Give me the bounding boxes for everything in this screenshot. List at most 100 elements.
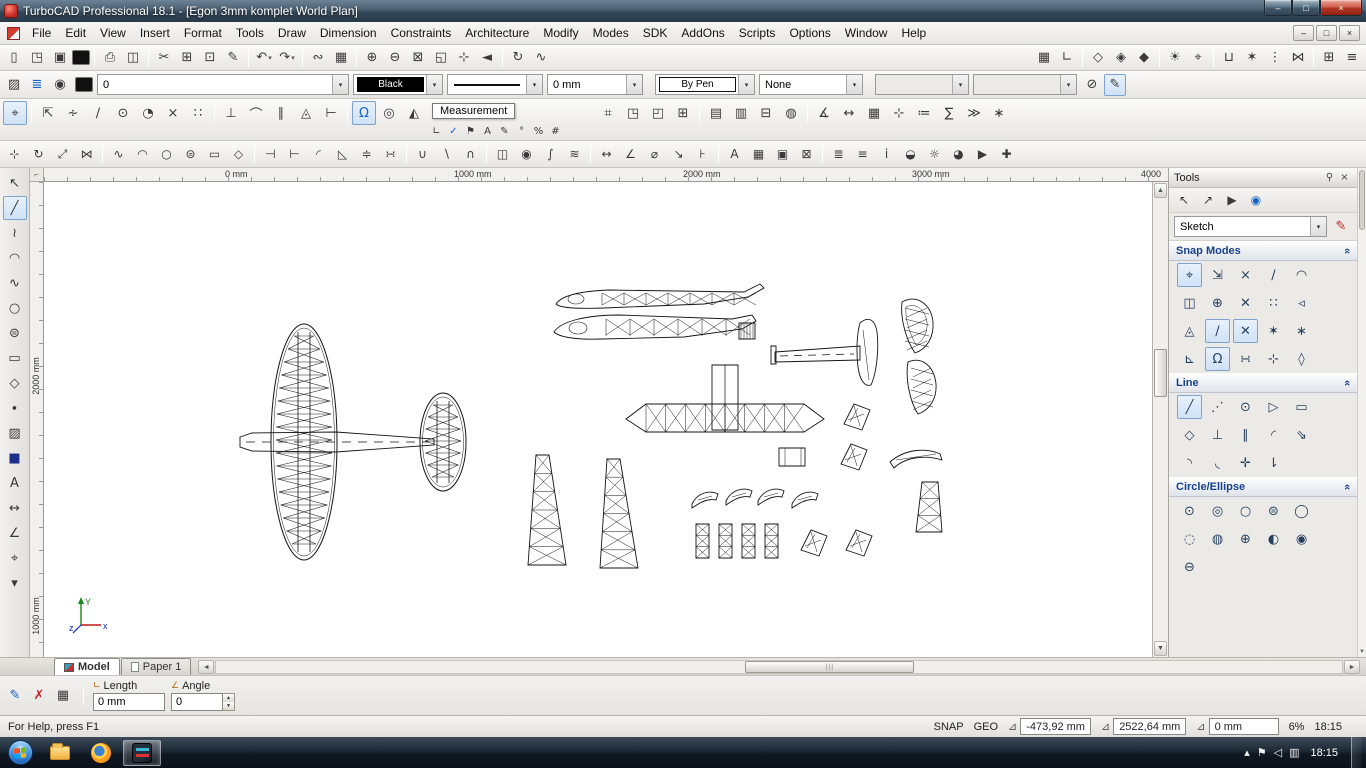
geo-status-toggle[interactable]: GEO — [974, 721, 998, 733]
ellipse-tool-icon[interactable]: ⊜ — [1261, 499, 1286, 523]
snap-cross-icon[interactable]: ✕ — [1233, 291, 1258, 315]
number-sign-icon[interactable]: # — [547, 123, 564, 140]
menu-window[interactable]: Window — [838, 23, 895, 43]
fill-combo[interactable]: None ▾ — [759, 74, 863, 95]
layer-stack-icon[interactable]: ≣ — [26, 74, 48, 96]
format-painter-icon[interactable]: ✎ — [222, 47, 244, 69]
menu-draw[interactable]: Draw — [271, 23, 313, 43]
lights-icon[interactable]: ☀ — [1164, 47, 1186, 69]
circle-icon[interactable]: ○ — [155, 143, 178, 165]
link-icon[interactable]: ∾ — [307, 47, 329, 69]
insert-image-icon[interactable]: ▣ — [771, 143, 794, 165]
select-tool-icon[interactable]: ↖ — [3, 171, 27, 195]
circle-three-point-icon[interactable]: ◯ — [1289, 499, 1314, 523]
fillet-icon[interactable]: ◜ — [307, 143, 330, 165]
open-icon[interactable]: ◳ — [26, 47, 48, 69]
materials-icon[interactable]: ◒ — [899, 143, 922, 165]
rectangle-icon[interactable]: ▭ — [203, 143, 226, 165]
ruler-corner[interactable]: ⌐ — [30, 168, 44, 182]
redo-icon[interactable]: ↷▾ — [276, 47, 298, 69]
snap-line-icon[interactable]: ∕ — [1205, 319, 1230, 343]
more-tools-icon[interactable]: ▾ — [3, 571, 27, 595]
hidden-icons-button[interactable]: ▴ — [1244, 746, 1250, 759]
zoom-window-icon[interactable]: ⊠ — [407, 47, 429, 69]
add-view-icon[interactable]: ⊞ — [1318, 47, 1340, 69]
horizontal-ruler[interactable]: 0 mm1000 mm2000 mm3000 mm4000 — [44, 168, 1168, 182]
property-pen-icon[interactable]: ✎ — [1104, 74, 1126, 96]
snap-axis-icon[interactable]: ⊹ — [1261, 347, 1286, 371]
volume-icon[interactable]: ◁ — [1274, 746, 1282, 759]
color-combo-arrow[interactable]: ▾ — [426, 75, 442, 94]
coordinate-system-icon[interactable]: ⌗ — [596, 101, 620, 125]
circle-tool-icon[interactable]: ○ — [3, 296, 27, 320]
select-all-icon[interactable]: ▦ — [330, 47, 352, 69]
delete-red-x-icon[interactable]: ✗ — [28, 685, 50, 707]
circle-tangent-entity-icon[interactable]: ◌ — [1177, 527, 1202, 551]
group-icon[interactable]: ⊔ — [1218, 47, 1240, 69]
tab-model[interactable]: Model — [54, 658, 120, 675]
mdi-minimize-button[interactable]: – — [1293, 25, 1314, 41]
menu-view[interactable]: View — [93, 23, 133, 43]
render-final-icon[interactable]: ◕ — [947, 143, 970, 165]
snap-midpoint-icon[interactable]: ∻ — [61, 101, 85, 125]
menu-dimension[interactable]: Dimension — [313, 23, 384, 43]
properties-icon[interactable]: ≡ — [851, 143, 874, 165]
selection-info-icon[interactable]: i — [875, 143, 898, 165]
menu-constraints[interactable]: Constraints — [384, 23, 459, 43]
taskbar-firefox-button[interactable] — [82, 740, 120, 766]
snap-centroid-icon[interactable]: ⊕ — [1205, 291, 1230, 315]
line-tangent-circle-icon[interactable]: ⊙ — [1233, 395, 1258, 419]
vertical-scroll-track[interactable] — [1153, 199, 1168, 640]
zoom-level[interactable]: 6% — [1289, 721, 1305, 733]
undo-icon[interactable]: ↶▾ — [253, 47, 275, 69]
snap-nearest-icon[interactable]: ∕ — [86, 101, 110, 125]
line-tangent-arc-icon[interactable]: ◜ — [1261, 423, 1286, 447]
dimension-angular-icon[interactable]: ∠ — [619, 143, 642, 165]
pen-combo[interactable]: By Pen ▾ — [655, 74, 755, 95]
snap-on-line-icon[interactable]: ∕ — [1261, 263, 1286, 287]
angle-input[interactable]: 0 — [171, 693, 223, 711]
menu-help[interactable]: Help — [894, 23, 933, 43]
degree-icon[interactable]: ° — [513, 123, 530, 140]
angle-meter-icon[interactable]: ∡ — [812, 101, 836, 125]
mdi-restore-button[interactable]: □ — [1316, 25, 1337, 41]
dimension-leader-icon[interactable]: ↘ — [667, 143, 690, 165]
render-hidden-line-icon[interactable]: ◈ — [1110, 47, 1132, 69]
render-wireframe-icon[interactable]: ◇ — [1087, 47, 1109, 69]
redraw-icon[interactable]: ↻ — [507, 47, 529, 69]
visibility-eye-icon[interactable]: ◉ — [49, 74, 71, 96]
style-combo-arrow[interactable]: ▾ — [1310, 217, 1326, 236]
taskbar-clock[interactable]: 18:15 — [1306, 747, 1344, 759]
plugin-add-icon[interactable]: ✚ — [995, 143, 1018, 165]
calculate-icon[interactable]: ∑ — [937, 101, 961, 125]
magnetic-point-icon[interactable]: Ω — [352, 101, 376, 125]
snap-mark-icon[interactable]: ✕ — [1233, 319, 1258, 343]
table-grid-icon[interactable]: ▦ — [52, 685, 74, 707]
tab-paper-1[interactable]: Paper 1 — [121, 658, 192, 675]
run-script-icon[interactable]: ≫ — [962, 101, 986, 125]
circle-rotated-icon[interactable]: ◐ — [1261, 527, 1286, 551]
snap-vertex-icon[interactable]: ⇲ — [1205, 263, 1230, 287]
style-combo[interactable]: Sketch ▾ — [1174, 216, 1327, 237]
close-button[interactable]: × — [1320, 0, 1362, 16]
menu-options[interactable]: Options — [782, 23, 837, 43]
ucs-icon[interactable]: ∟ — [1056, 47, 1078, 69]
scroll-right-button[interactable]: ► — [1344, 660, 1360, 674]
polygon-tool-icon[interactable]: ◇ — [3, 371, 27, 395]
ellipse-rotated-icon[interactable]: ⊖ — [1177, 555, 1202, 579]
panel-scrollbar[interactable]: ▼ — [1357, 168, 1366, 657]
workplane-origin-icon[interactable]: ⊞ — [671, 101, 695, 125]
cut-icon[interactable]: ✂ — [153, 47, 175, 69]
polyline-tool-icon[interactable]: ≀ — [3, 221, 27, 245]
snap-divide-icon[interactable]: ∺ — [1233, 347, 1258, 371]
menu-insert[interactable]: Insert — [133, 23, 177, 43]
rectangle-tool-icon[interactable]: ▭ — [3, 346, 27, 370]
mirror-icon[interactable]: ⋈ — [1287, 47, 1309, 69]
explode-icon[interactable]: ✶ — [1241, 47, 1263, 69]
taskbar-turbocad-button[interactable] — [123, 740, 161, 766]
panel-scroll-down[interactable]: ▼ — [1358, 649, 1366, 655]
fill-combo-arrow[interactable]: ▾ — [846, 75, 862, 94]
text-tool-icon[interactable]: A — [3, 471, 27, 495]
collapse-snap-icon[interactable]: « — [1341, 248, 1353, 254]
taskbar-explorer-button[interactable] — [41, 740, 79, 766]
